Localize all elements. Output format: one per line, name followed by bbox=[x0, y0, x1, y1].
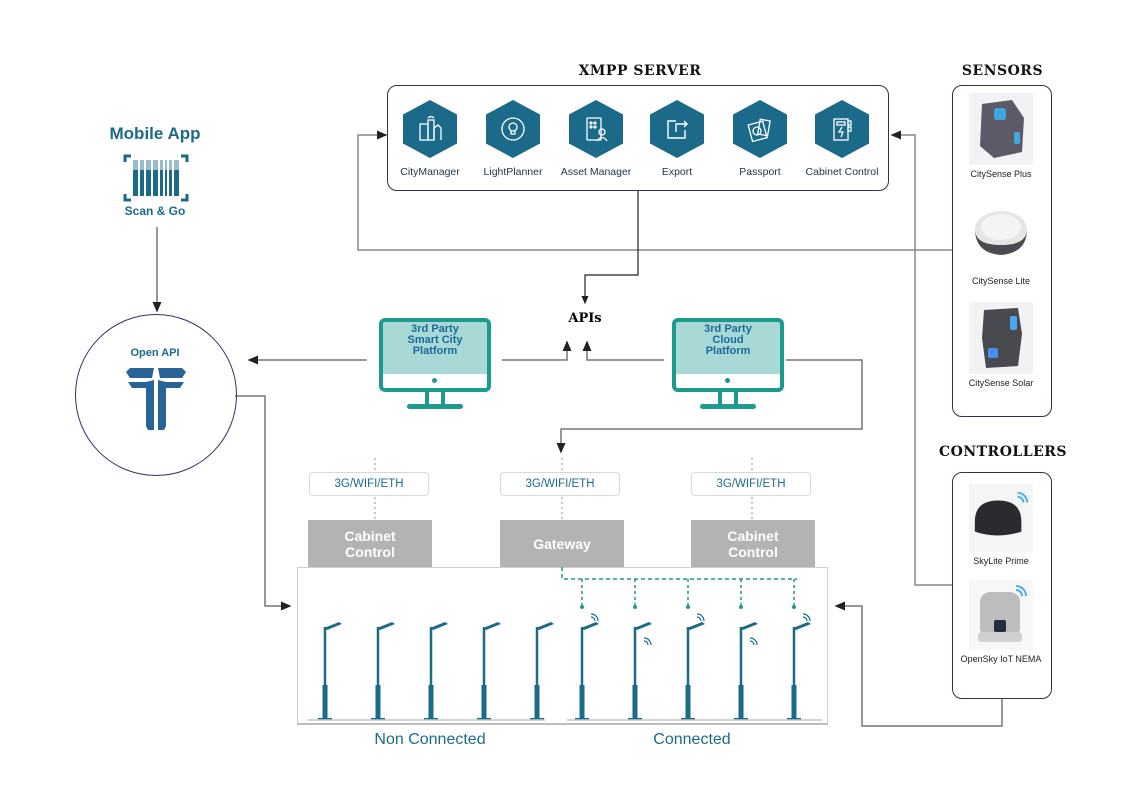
cloud-platform[interactable]: 3rd Party Cloud Platform bbox=[672, 318, 784, 416]
controllers-title: CONTROLLERS bbox=[939, 444, 1067, 460]
wifi-icon bbox=[696, 613, 705, 622]
connected-streetlight[interactable] bbox=[628, 579, 652, 720]
connected-label: Connected bbox=[653, 731, 731, 748]
scan-and-go-label: Scan & Go bbox=[124, 204, 186, 218]
sensor-citysense-plus[interactable]: CitySense Plus bbox=[956, 93, 1046, 179]
controller-skylite-prime[interactable]: SkyLite Prime bbox=[956, 484, 1046, 566]
tablet-user-icon bbox=[569, 100, 623, 158]
wire-cloud-to-apis bbox=[582, 340, 664, 361]
app-citymanager[interactable]: CityManager bbox=[390, 100, 470, 178]
gateway-bus-line bbox=[561, 567, 797, 580]
sensor-citysense-lite[interactable]: CitySense Lite bbox=[956, 200, 1046, 286]
wire-smartcity-to-apis bbox=[502, 340, 572, 361]
gateway-node[interactable]: Gateway bbox=[500, 520, 624, 568]
node-line: Gateway bbox=[533, 536, 591, 552]
citysense-plus-image bbox=[969, 93, 1033, 165]
wifi-icon bbox=[590, 613, 599, 622]
sensors-title: SENSORS bbox=[961, 63, 1044, 79]
network-link-right: 3G/WIFI/ETH bbox=[691, 472, 811, 496]
wire-controllers-to-xmpp-right bbox=[890, 130, 952, 586]
device-label: CitySense Plus bbox=[970, 169, 1032, 179]
app-label: Passport bbox=[739, 166, 781, 178]
wifi-icon bbox=[643, 637, 652, 646]
mobile-app-title: Mobile App bbox=[109, 124, 201, 143]
cabinet-control-left[interactable]: Cabinet Control bbox=[308, 520, 432, 568]
smart-city-platform[interactable]: 3rd Party Smart City Platform bbox=[379, 318, 491, 416]
non-connected-streetlight[interactable] bbox=[477, 622, 501, 720]
barcode-scan-icon[interactable] bbox=[123, 154, 189, 202]
connected-streetlight[interactable] bbox=[787, 579, 811, 720]
passport-icon bbox=[733, 100, 787, 158]
open-api-logo-icon bbox=[124, 366, 188, 432]
controller-opensky-iot-nema[interactable]: OpenSky IoT NEMA bbox=[956, 580, 1046, 664]
app-label: Cabinet Control bbox=[805, 166, 879, 178]
wire-openapi-to-field bbox=[235, 395, 292, 611]
app-export[interactable]: Export bbox=[637, 100, 717, 178]
wifi-icon bbox=[802, 613, 811, 622]
device-label: CitySense Solar bbox=[968, 378, 1034, 388]
non-connected-streetlight[interactable] bbox=[371, 622, 395, 720]
node-line: Cabinet bbox=[727, 528, 779, 544]
network-link-left: 3G/WIFI/ETH bbox=[309, 472, 429, 496]
lightbulb-cycle-icon bbox=[486, 100, 540, 158]
non-connected-label: Non Connected bbox=[374, 731, 486, 748]
skylite-prime-image bbox=[969, 484, 1033, 552]
connected-streetlight[interactable] bbox=[734, 579, 758, 720]
wifi-icon bbox=[749, 637, 758, 646]
app-label: LightPlanner bbox=[483, 166, 543, 178]
xmpp-server-title: XMPP SERVER bbox=[578, 63, 702, 79]
device-label: SkyLite Prime bbox=[973, 556, 1029, 566]
platform-line: Platform bbox=[412, 345, 458, 357]
non-connected-streetlight[interactable] bbox=[424, 622, 448, 720]
app-label: Asset Manager bbox=[560, 166, 632, 178]
sensor-citysense-solar[interactable]: CitySense Solar bbox=[956, 302, 1046, 388]
apis-label: APIs bbox=[568, 311, 602, 326]
device-label: CitySense Lite bbox=[971, 276, 1031, 286]
wire-xmpp-to-apis bbox=[581, 190, 639, 305]
connected-streetlight[interactable] bbox=[575, 579, 599, 720]
citysense-solar-image bbox=[969, 302, 1033, 374]
app-lightplanner[interactable]: LightPlanner bbox=[473, 100, 553, 178]
non-connected-streetlight[interactable] bbox=[318, 622, 342, 720]
streetlights-layer bbox=[307, 567, 822, 721]
platform-line: Platform bbox=[705, 345, 751, 357]
opensky-nema-image bbox=[969, 580, 1033, 650]
city-buildings-icon bbox=[403, 100, 457, 158]
citysense-lite-image bbox=[969, 200, 1033, 272]
node-line: Cabinet bbox=[344, 528, 396, 544]
node-line: Control bbox=[345, 544, 395, 560]
node-line: Control bbox=[728, 544, 778, 560]
app-asset-manager[interactable]: Asset Manager bbox=[556, 100, 636, 178]
export-arrow-icon bbox=[650, 100, 704, 158]
network-link-center: 3G/WIFI/ETH bbox=[500, 472, 620, 496]
app-cabinet-control[interactable]: Cabinet Control bbox=[802, 100, 882, 178]
cabinet-control-right[interactable]: Cabinet Control bbox=[691, 520, 815, 568]
open-api-label: Open API bbox=[130, 347, 180, 359]
connected-streetlight[interactable] bbox=[681, 579, 705, 720]
app-label: CityManager bbox=[400, 166, 460, 178]
cabinet-bolt-icon bbox=[815, 100, 869, 158]
app-label: Export bbox=[661, 166, 693, 178]
non-connected-streetlight[interactable] bbox=[530, 622, 554, 720]
app-passport[interactable]: Passport bbox=[720, 100, 800, 178]
device-label: OpenSky IoT NEMA bbox=[960, 654, 1042, 664]
